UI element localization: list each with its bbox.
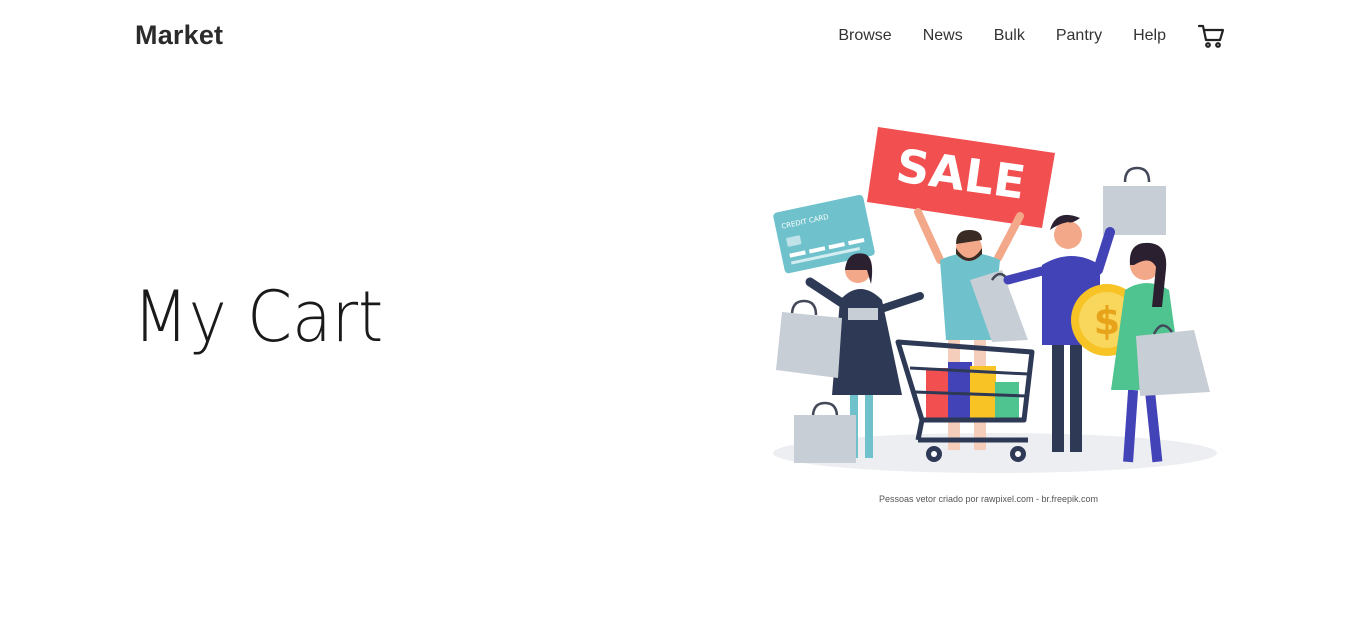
- woman-green-top: [1111, 242, 1210, 463]
- nav-pantry[interactable]: Pantry: [1056, 27, 1102, 45]
- nav-news[interactable]: News: [923, 27, 963, 45]
- nav-browse[interactable]: Browse: [838, 27, 891, 45]
- image-credit[interactable]: Pessoas vetor criado por rawpixel.com - …: [0, 494, 1358, 504]
- nav-bulk[interactable]: Bulk: [994, 27, 1025, 45]
- shopping-bag: [776, 299, 842, 378]
- nav-help[interactable]: Help: [1133, 27, 1166, 45]
- shopping-bag: [1103, 166, 1166, 235]
- sale-sign: SALE: [867, 127, 1055, 228]
- brand-logo[interactable]: Market: [135, 20, 223, 51]
- main-nav: Browse News Bulk Pantry Help: [838, 20, 1225, 52]
- coin-symbol: $: [1094, 299, 1120, 343]
- shopping-cart-icon[interactable]: [1197, 22, 1225, 50]
- shopping-people-illustration: SALE CREDIT CARD $: [770, 120, 1220, 480]
- page-title: My Cart: [133, 276, 384, 358]
- shopping-bag: [794, 401, 856, 463]
